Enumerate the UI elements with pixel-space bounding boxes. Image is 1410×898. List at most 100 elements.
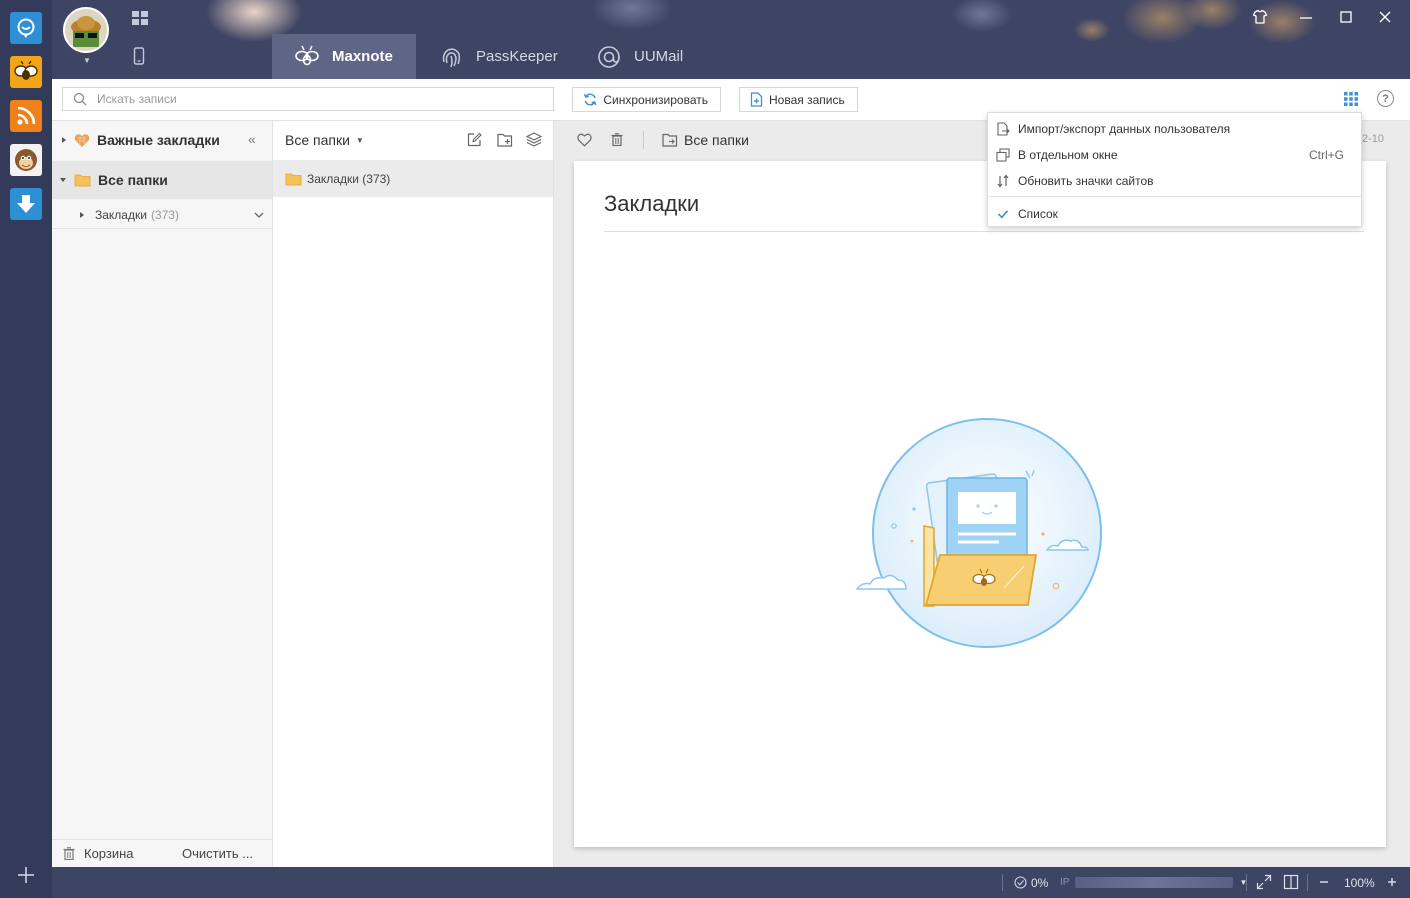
clear-trash-button[interactable]: Очистить ... [182,846,253,861]
delete-icon[interactable] [611,133,623,146]
divider [1307,874,1308,891]
expand-arrow-icon[interactable] [80,211,84,218]
divider [1002,874,1003,891]
minimize-icon[interactable] [1298,9,1314,25]
folder-icon [74,174,91,187]
mail-at-icon [598,45,620,68]
sidebar-item-favorites[interactable]: Важные закладки « [52,121,272,159]
monkey-app-icon[interactable] [10,144,42,176]
close-icon[interactable] [1377,9,1393,25]
apps-grid-icon[interactable] [132,11,148,25]
trash-icon [63,847,75,860]
cpu-label: 0% [1031,875,1049,890]
menu-item-label: Список [1018,207,1058,221]
checkmark-icon [997,210,1009,219]
new-note-button[interactable]: Новая запись [739,87,858,112]
sidebar: Важные закладки « Все папки Закладки (37… [52,121,273,867]
menu-divider [988,196,1361,197]
sidebar-item-label: Закладки [95,207,147,222]
note-title: Закладки [604,191,700,216]
search-input[interactable] [97,92,537,106]
tab-maxnote-label: Maxnote [332,48,393,65]
fingerprint-icon [442,47,461,67]
sync-button[interactable]: Синхронизировать [572,87,721,112]
cpu-indicator[interactable]: 0% [1014,867,1048,898]
trash-row: Корзина Очистить ... [52,839,272,867]
folder-icon [285,173,302,185]
caret-down-icon: ▼ [355,135,364,145]
sidebar-item-count: (373) [150,207,179,222]
menu-item-import-export[interactable]: Импорт/экспорт данных пользователя [988,116,1361,142]
sidebar-item-bookmarks[interactable]: Закладки (373) [52,201,272,229]
refresh-arrows-icon [997,174,1009,188]
import-export-icon [997,122,1010,136]
bee-icon [295,45,319,65]
folder-list-item[interactable]: Закладки (373) [273,160,553,197]
expand-arrow-icon[interactable] [62,137,66,143]
user-avatar[interactable] [63,7,109,53]
tab-passkeeper[interactable]: PassKeeper [416,34,566,79]
view-options-menu: Импорт/экспорт данных пользователя В отд… [987,112,1362,227]
menu-item-shortcut: Ctrl+G [1308,148,1344,162]
collapse-arrow-icon[interactable] [60,178,66,182]
folder-filter-dropdown[interactable]: Все папки ▼ [285,132,364,148]
layers-icon[interactable] [526,132,542,147]
folder-filter-label: Все папки [285,132,350,148]
grid-view-icon[interactable] [1343,91,1359,107]
title-bar: ▼ Maxnote PassKeeper UUMail [52,0,1410,79]
rss-app-icon[interactable] [10,100,42,132]
tab-maxnote[interactable]: Maxnote [272,34,416,79]
chevron-down-icon[interactable] [254,212,264,219]
app-dock [0,0,52,898]
move-to-folder-button[interactable]: Все папки [662,121,749,159]
window-icon [996,148,1010,162]
menu-item-refresh-icons[interactable]: Обновить значки сайтов [988,168,1361,194]
status-bar: 0% IP ▼ 100% [52,867,1410,898]
add-app-icon[interactable] [14,863,38,887]
menu-item-list-view[interactable]: Список [988,201,1361,227]
header-background-image [206,0,1316,44]
note-viewer: Все папки 2-10 Закладки [554,121,1410,867]
note-page: Закладки [574,161,1386,847]
maximize-icon[interactable] [1338,9,1354,25]
tab-passkeeper-label: PassKeeper [476,48,558,65]
sidebar-item-label: Все папки [98,172,168,188]
avatar-dropdown-icon[interactable]: ▼ [83,56,91,65]
folder-list-header: Все папки ▼ [273,121,553,159]
edit-icon[interactable] [467,132,482,147]
menu-item-label: В отдельном окне [1018,148,1118,162]
menu-item-label: Импорт/экспорт данных пользователя [1018,122,1231,136]
ip-indicator[interactable]: IP ▼ [1060,867,1247,898]
breadcrumb: Все папки [684,132,749,148]
tab-uumail-label: UUMail [634,48,684,65]
fullscreen-icon[interactable] [1256,874,1272,890]
heart-icon [74,133,90,147]
sync-button-label: Синхронизировать [603,92,708,107]
folder-move-icon [662,133,678,147]
divider [1246,874,1247,891]
new-note-button-label: Новая запись [769,92,845,107]
new-folder-icon[interactable] [497,133,513,147]
search-box[interactable] [62,87,554,111]
trash-label[interactable]: Корзина [84,846,134,861]
split-view-icon[interactable] [1283,874,1299,890]
help-button[interactable]: ? [1377,90,1394,107]
favorite-heart-icon[interactable] [577,133,592,147]
sidebar-item-all-folders[interactable]: Все папки [52,161,272,199]
empty-folder-illustration [855,418,1102,648]
skin-icon[interactable] [1252,9,1268,25]
help-icon: ? [1382,92,1389,105]
download-app-icon[interactable] [10,188,42,220]
tab-uumail[interactable]: UUMail [574,34,704,79]
bee-app-icon[interactable] [10,56,42,88]
zoom-level[interactable]: 100% [1344,867,1375,898]
folder-list-panel: Все папки ▼ Закладки (373) [273,121,554,867]
menu-item-separate-window[interactable]: В отдельном окне Ctrl+G [988,142,1361,168]
message-app-icon[interactable] [10,12,42,44]
zoom-out-icon[interactable] [1318,876,1330,888]
mobile-icon[interactable] [133,47,145,65]
divider [643,131,644,149]
collapse-sidebar-icon[interactable]: « [248,131,256,147]
zoom-in-icon[interactable] [1386,876,1398,888]
note-date: 2-10 [1362,133,1385,145]
